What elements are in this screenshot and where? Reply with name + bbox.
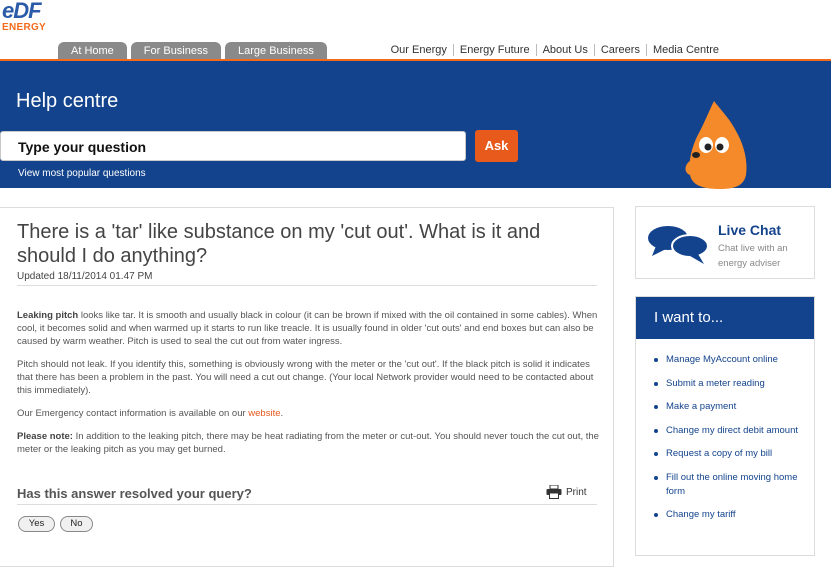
live-chat-title: Live Chat [718, 222, 782, 238]
tab-at-home[interactable]: At Home [58, 42, 127, 60]
print-button[interactable]: Print [546, 485, 587, 499]
top-bar: eDF ENERGY At Home For Business Large Bu… [0, 0, 831, 60]
article-body: Leaking pitch looks like tar. It is smoo… [17, 309, 599, 466]
page-title: Help centre [16, 90, 119, 112]
nav-energy-future[interactable]: Energy Future [452, 44, 536, 56]
paragraph-please-note: Please note: In addition to the leaking … [17, 430, 599, 456]
link-moving-home-form[interactable]: Fill out the online moving home form [654, 471, 806, 499]
print-label: Print [566, 486, 587, 498]
logo-wordmark: eDF [2, 0, 42, 23]
text-please-note: In addition to the leaking pitch, there … [17, 431, 599, 455]
question-search-input[interactable]: Type your question [0, 131, 466, 161]
link-manage-myaccount[interactable]: Manage MyAccount online [654, 353, 806, 367]
printer-icon [546, 485, 562, 499]
bold-please-note: Please note: [17, 431, 73, 442]
i-want-to-list: Manage MyAccount online Submit a meter r… [636, 339, 814, 522]
chat-bubbles-icon [648, 226, 709, 264]
live-chat-subtitle: Chat live with an energy adviser [718, 243, 788, 269]
paragraph-emergency: Our Emergency contact information is ava… [17, 407, 599, 420]
website-link[interactable]: website [248, 408, 280, 419]
text-leaking-pitch: looks like tar. It is smooth and usually… [17, 310, 598, 347]
segment-tabs: At Home For Business Large Business [58, 42, 327, 60]
link-submit-meter-reading[interactable]: Submit a meter reading [654, 377, 806, 391]
live-chat-panel[interactable]: Live Chat Chat live with an energy advis… [635, 206, 815, 279]
paragraph-should-not-leak: Pitch should not leak. If you identify t… [17, 359, 594, 396]
divider [17, 504, 597, 505]
updated-timestamp: Updated 18/11/2014 01.47 PM [17, 271, 153, 282]
tab-large-business[interactable]: Large Business [225, 42, 327, 60]
help-centre-banner: Help centre Type your question Ask View … [0, 61, 831, 189]
text-emergency: Our Emergency contact information is ava… [17, 408, 249, 419]
nav-our-energy[interactable]: Our Energy [385, 44, 453, 56]
nav-careers[interactable]: Careers [593, 44, 646, 56]
top-nav: Our Energy Energy Future About Us Career… [385, 44, 725, 56]
article-title: There is a 'tar' like substance on my 'c… [17, 221, 541, 267]
paragraph-leaking-pitch: Leaking pitch looks like tar. It is smoo… [17, 309, 599, 348]
i-want-to-panel: I want to... Manage MyAccount online Sub… [635, 296, 815, 556]
link-request-bill-copy[interactable]: Request a copy of my bill [654, 447, 806, 461]
popular-questions-link[interactable]: View most popular questions [18, 168, 146, 179]
ask-button[interactable]: Ask [475, 130, 518, 162]
link-change-tariff[interactable]: Change my tariff [654, 508, 806, 522]
logo-subtext: ENERGY [2, 22, 47, 33]
tab-for-business[interactable]: For Business [130, 42, 221, 60]
zingy-mascot-icon [685, 101, 747, 189]
article-panel: There is a 'tar' like substance on my 'c… [0, 207, 614, 567]
nav-about-us[interactable]: About Us [535, 44, 594, 56]
bold-leaking-pitch: Leaking pitch [17, 310, 79, 321]
no-button[interactable]: No [60, 516, 93, 532]
nav-media-centre[interactable]: Media Centre [645, 44, 725, 56]
divider [17, 285, 597, 286]
link-make-payment[interactable]: Make a payment [654, 400, 806, 414]
text-emergency-end: . [280, 408, 284, 419]
yes-button[interactable]: Yes [18, 516, 55, 532]
link-change-direct-debit[interactable]: Change my direct debit amount [654, 424, 806, 438]
resolved-question: Has this answer resolved your query? [17, 486, 252, 501]
i-want-to-header: I want to... [636, 297, 814, 339]
edf-logo[interactable]: eDF ENERGY [2, 0, 50, 36]
